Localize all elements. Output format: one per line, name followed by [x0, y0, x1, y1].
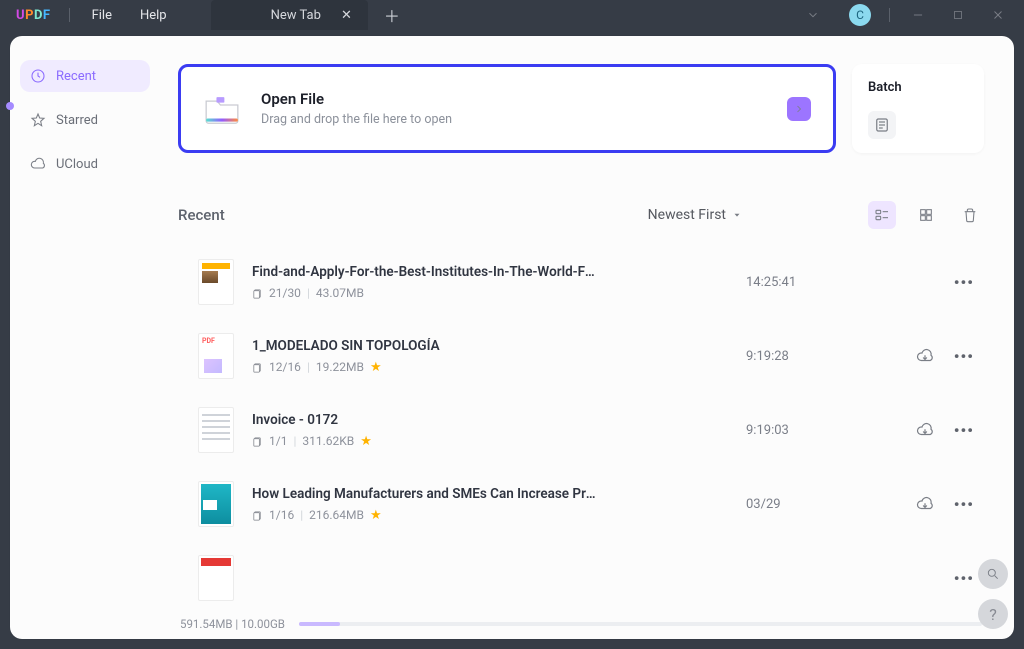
more-icon[interactable]: •••: [954, 347, 974, 366]
recent-header: Recent Newest First: [178, 201, 984, 229]
file-row-controls: •••: [894, 569, 984, 588]
open-file-go-button[interactable]: [787, 97, 811, 121]
file-row-controls: •••: [894, 273, 984, 292]
star-icon: ★: [360, 434, 372, 449]
more-icon[interactable]: •••: [954, 273, 974, 292]
file-row[interactable]: •••: [178, 541, 984, 613]
open-file-title: Open File: [261, 90, 452, 108]
batch-icon: [868, 111, 896, 139]
file-info: Find-and-Apply-For-the-Best-Institutes-I…: [252, 264, 728, 300]
minimize-button[interactable]: [898, 1, 938, 29]
open-file-card[interactable]: Open File Drag and drop the file here to…: [178, 64, 836, 153]
file-info: Invoice - 0172 1/1|311.62KB★: [252, 412, 728, 449]
sidebar-item-ucloud[interactable]: UCloud: [20, 148, 150, 180]
file-meta: 21/30|43.07MB: [252, 286, 728, 300]
sidebar-indicator: [6, 102, 14, 110]
storage-bar: [299, 622, 982, 626]
view-grid-button[interactable]: [912, 201, 940, 229]
open-file-text: Open File Drag and drop the file here to…: [261, 90, 452, 127]
cloud-download-icon[interactable]: [916, 421, 934, 439]
top-cards-row: Open File Drag and drop the file here to…: [178, 64, 984, 153]
maximize-button[interactable]: [938, 1, 978, 29]
divider: [889, 8, 890, 22]
file-row[interactable]: Find-and-Apply-For-the-Best-Institutes-I…: [178, 245, 984, 319]
file-row[interactable]: PDF1_MODELADO SIN TOPOLOGÍA12/16|19.22MB…: [178, 319, 984, 393]
recent-heading: Recent: [178, 206, 225, 224]
view-list-button[interactable]: [868, 201, 896, 229]
tabbar: New Tab ✕ ＋: [211, 0, 406, 30]
star-icon: [30, 112, 46, 128]
search-icon: [986, 567, 1000, 581]
trash-icon: [962, 207, 978, 223]
cloud-icon: [30, 156, 46, 172]
window-titlebar: UPDF File Help New Tab ✕ ＋ C: [0, 0, 1024, 30]
chevron-down-icon: [732, 210, 742, 220]
sidebar-item-starred[interactable]: Starred: [20, 104, 150, 136]
file-info: 1_MODELADO SIN TOPOLOGÍA 12/16|19.22MB★: [252, 338, 728, 375]
more-icon[interactable]: •••: [954, 421, 974, 440]
file-meta: 1/16|216.64MB★: [252, 508, 728, 523]
app-logo: UPDF: [6, 8, 61, 23]
more-icon[interactable]: •••: [954, 569, 974, 588]
file-time: 9:19:03: [746, 423, 876, 438]
floating-help-buttons: ?: [978, 559, 1008, 629]
tab-title: New Tab: [271, 8, 321, 23]
file-row[interactable]: How Leading Manufacturers and SMEs Can I…: [178, 467, 984, 541]
open-file-subtitle: Drag and drop the file here to open: [261, 112, 452, 127]
add-tab-button[interactable]: ＋: [378, 1, 406, 29]
file-time: 14:25:41: [746, 275, 876, 290]
file-name: How Leading Manufacturers and SMEs Can I…: [252, 486, 602, 502]
folder-icon: [203, 93, 241, 125]
close-icon[interactable]: ✕: [341, 8, 352, 23]
menu-file[interactable]: File: [78, 8, 126, 23]
main: Open File Drag and drop the file here to…: [160, 36, 1014, 639]
star-icon: ★: [370, 508, 382, 523]
cloud-download-icon[interactable]: [916, 347, 934, 365]
sidebar-item-label: UCloud: [56, 157, 98, 172]
more-icon[interactable]: •••: [954, 495, 974, 514]
file-list: Find-and-Apply-For-the-Best-Institutes-I…: [178, 245, 984, 613]
cloud-download-icon[interactable]: [916, 495, 934, 513]
tab-new-tab[interactable]: New Tab ✕: [211, 0, 368, 30]
file-row[interactable]: Invoice - 0172 1/1|311.62KB★ 9:19:03 •••: [178, 393, 984, 467]
file-info: How Leading Manufacturers and SMEs Can I…: [252, 486, 728, 523]
file-row-controls: •••: [894, 495, 984, 514]
window-controls: C: [793, 1, 1018, 29]
workspace: Recent Starred UCloud Open File Dra: [10, 36, 1014, 639]
storage-text: 591.54MB | 10.00GB: [180, 617, 285, 631]
chevron-down-icon[interactable]: [793, 1, 833, 29]
star-icon: ★: [370, 360, 382, 375]
file-name: Find-and-Apply-For-the-Best-Institutes-I…: [252, 264, 602, 280]
batch-title: Batch: [868, 80, 968, 95]
file-name: 1_MODELADO SIN TOPOLOGÍA: [252, 338, 602, 354]
file-row-controls: •••: [894, 347, 984, 366]
sidebar-item-recent[interactable]: Recent: [20, 60, 150, 92]
clock-icon: [30, 68, 46, 84]
view-controls: [868, 201, 984, 229]
storage-footer: 591.54MB | 10.00GB: [178, 613, 984, 631]
avatar[interactable]: C: [849, 4, 871, 26]
file-time: 03/29: [746, 497, 876, 512]
batch-card[interactable]: Batch: [852, 64, 984, 153]
file-name: Invoice - 0172: [252, 412, 602, 428]
file-meta: 1/1|311.62KB★: [252, 434, 728, 449]
sort-label: Newest First: [648, 207, 726, 223]
file-row-controls: •••: [894, 421, 984, 440]
sidebar-item-label: Starred: [56, 113, 98, 128]
sidebar: Recent Starred UCloud: [10, 36, 160, 639]
close-window-button[interactable]: [978, 1, 1018, 29]
sort-dropdown[interactable]: Newest First: [642, 203, 748, 227]
search-float-button[interactable]: [978, 559, 1008, 589]
divider: [69, 8, 70, 22]
file-meta: 12/16|19.22MB★: [252, 360, 728, 375]
sidebar-item-label: Recent: [56, 69, 96, 84]
file-time: 9:19:28: [746, 349, 876, 364]
menu-help[interactable]: Help: [126, 8, 181, 23]
help-float-button[interactable]: ?: [978, 599, 1008, 629]
question-icon: ?: [989, 605, 997, 624]
delete-button[interactable]: [956, 201, 984, 229]
